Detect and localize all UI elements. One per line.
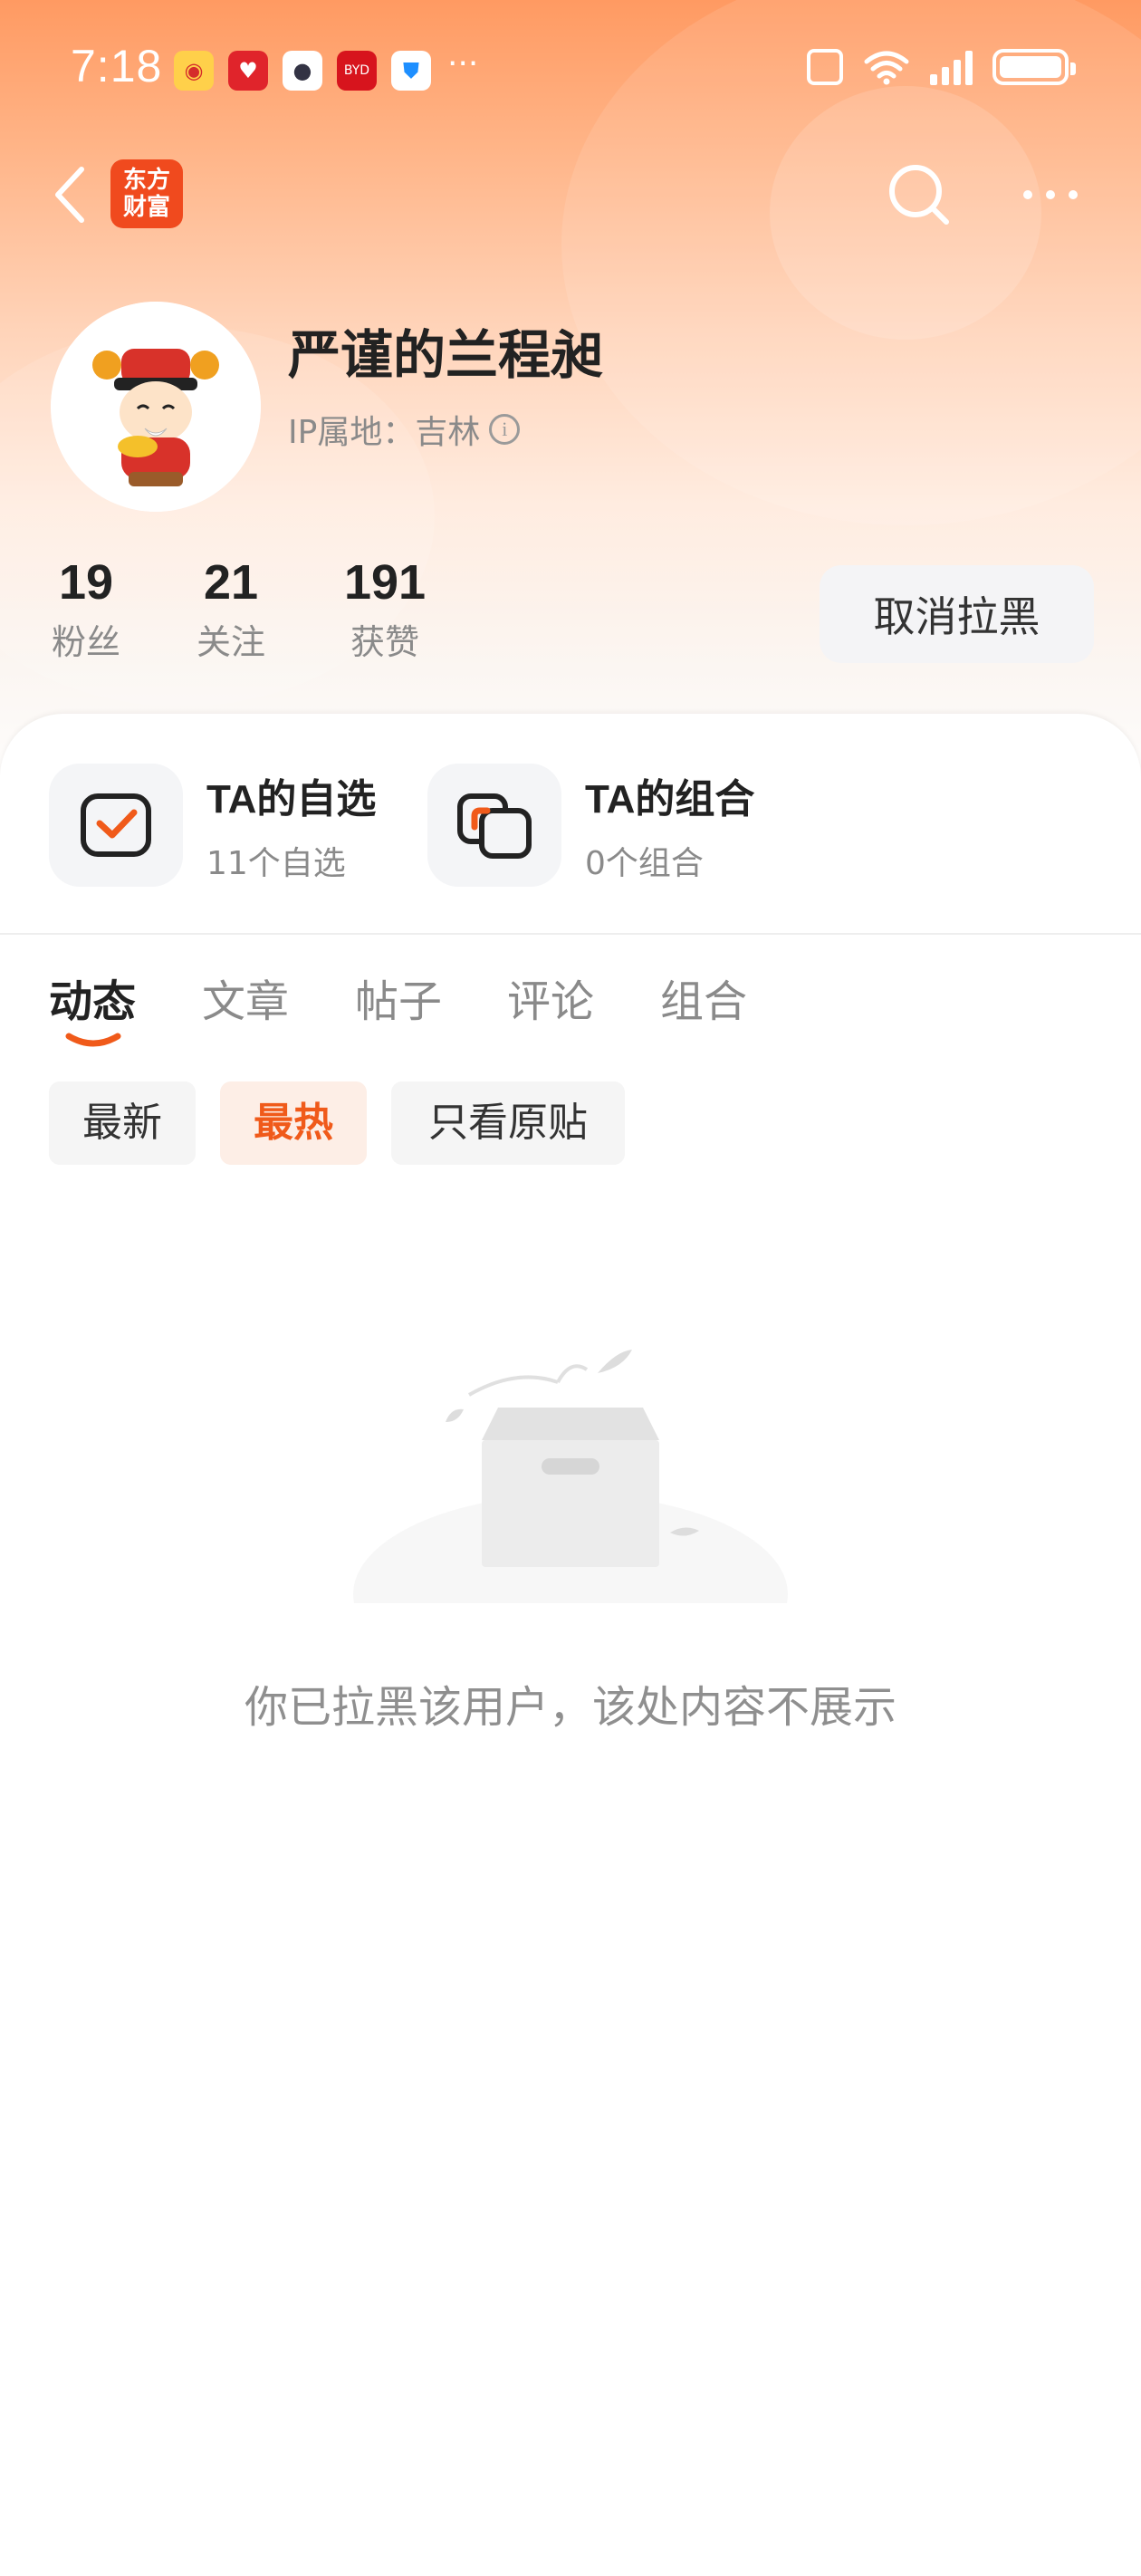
empty-state-message: 你已拉黑该用户，该处内容不展示 xyxy=(244,1682,896,1733)
empty-box-illustration xyxy=(353,1350,788,1603)
status-bar: 7:18 ◉ ♥ ● BYD ⛊ ··· xyxy=(0,0,1141,136)
quick-link-subtitle: 11个自选 xyxy=(206,845,346,882)
tab-comments[interactable]: 评论 xyxy=(507,966,594,1029)
battery-icon xyxy=(992,49,1076,85)
app-logo: 东方 财富 xyxy=(110,159,183,228)
stat-value: 21 xyxy=(203,555,259,610)
status-time: 7:18 xyxy=(71,41,163,91)
status-more-icon: ··· xyxy=(447,45,479,82)
filter-hottest[interactable]: 最热 xyxy=(220,1081,367,1165)
stat-likes[interactable]: 191 获赞 xyxy=(335,554,435,664)
username: 严谨的兰程昶 xyxy=(288,324,604,386)
logo-line-1: 东方 xyxy=(122,167,170,194)
stat-label: 粉丝 xyxy=(51,622,120,662)
status-right xyxy=(807,49,1076,85)
quick-link-title: TA的组合 xyxy=(585,777,755,822)
quick-link-subtitle: 0个组合 xyxy=(585,845,704,882)
filter-latest[interactable]: 最新 xyxy=(49,1081,196,1165)
info-icon[interactable]: i xyxy=(489,414,521,445)
unblock-button[interactable]: 取消拉黑 xyxy=(820,565,1094,663)
stat-following[interactable]: 21 关注 xyxy=(190,554,272,664)
tab-activity[interactable]: 动态 xyxy=(49,966,136,1029)
nfc-icon xyxy=(807,49,843,85)
signal-icon xyxy=(930,49,973,85)
stat-fans[interactable]: 19 粉丝 xyxy=(45,554,127,664)
heart-app-icon: ♥ xyxy=(228,51,268,91)
shield-app-icon: ⛊ xyxy=(391,51,431,91)
wifi-icon xyxy=(864,51,909,85)
back-icon[interactable] xyxy=(45,159,100,231)
avatar[interactable] xyxy=(51,302,261,512)
more-options-icon[interactable] xyxy=(1019,177,1082,213)
watchlist-icon xyxy=(49,764,183,887)
tab-posts[interactable]: 帖子 xyxy=(355,966,442,1029)
stat-value: 19 xyxy=(58,555,114,610)
stat-label: 获赞 xyxy=(350,622,419,662)
search-icon[interactable] xyxy=(883,159,955,231)
avatar-image xyxy=(51,302,261,512)
active-tab-indicator xyxy=(65,1033,121,1047)
ip-location: IP属地：吉林 xyxy=(288,414,481,451)
portfolio-icon xyxy=(427,764,561,887)
quick-link-title: TA的自选 xyxy=(206,777,377,822)
divider xyxy=(0,933,1141,935)
ip-location-row: IP属地：吉林 i xyxy=(288,406,521,453)
tab-portfolios[interactable]: 组合 xyxy=(660,966,747,1029)
logo-line-2: 财富 xyxy=(122,194,170,221)
byd-app-icon: BYD xyxy=(337,51,377,91)
weibo-icon: ◉ xyxy=(174,51,214,91)
portfolio-link[interactable]: TA的组合 0个组合 xyxy=(427,764,754,887)
stat-label: 关注 xyxy=(196,622,265,662)
tab-articles[interactable]: 文章 xyxy=(202,966,289,1029)
camera-app-icon: ● xyxy=(283,51,322,91)
stat-value: 191 xyxy=(343,555,427,610)
watchlist-link[interactable]: TA的自选 11个自选 xyxy=(49,764,376,887)
filter-original-only[interactable]: 只看原贴 xyxy=(391,1081,625,1165)
